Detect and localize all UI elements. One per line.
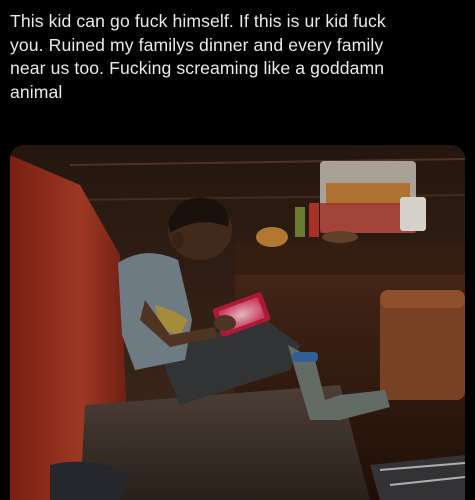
photo-image xyxy=(10,145,465,500)
post-text: This kid can go fuck himself. If this is… xyxy=(10,11,386,102)
post-photo[interactable] xyxy=(10,145,465,500)
photo-vignette xyxy=(10,145,465,500)
post: This kid can go fuck himself. If this is… xyxy=(0,0,475,500)
